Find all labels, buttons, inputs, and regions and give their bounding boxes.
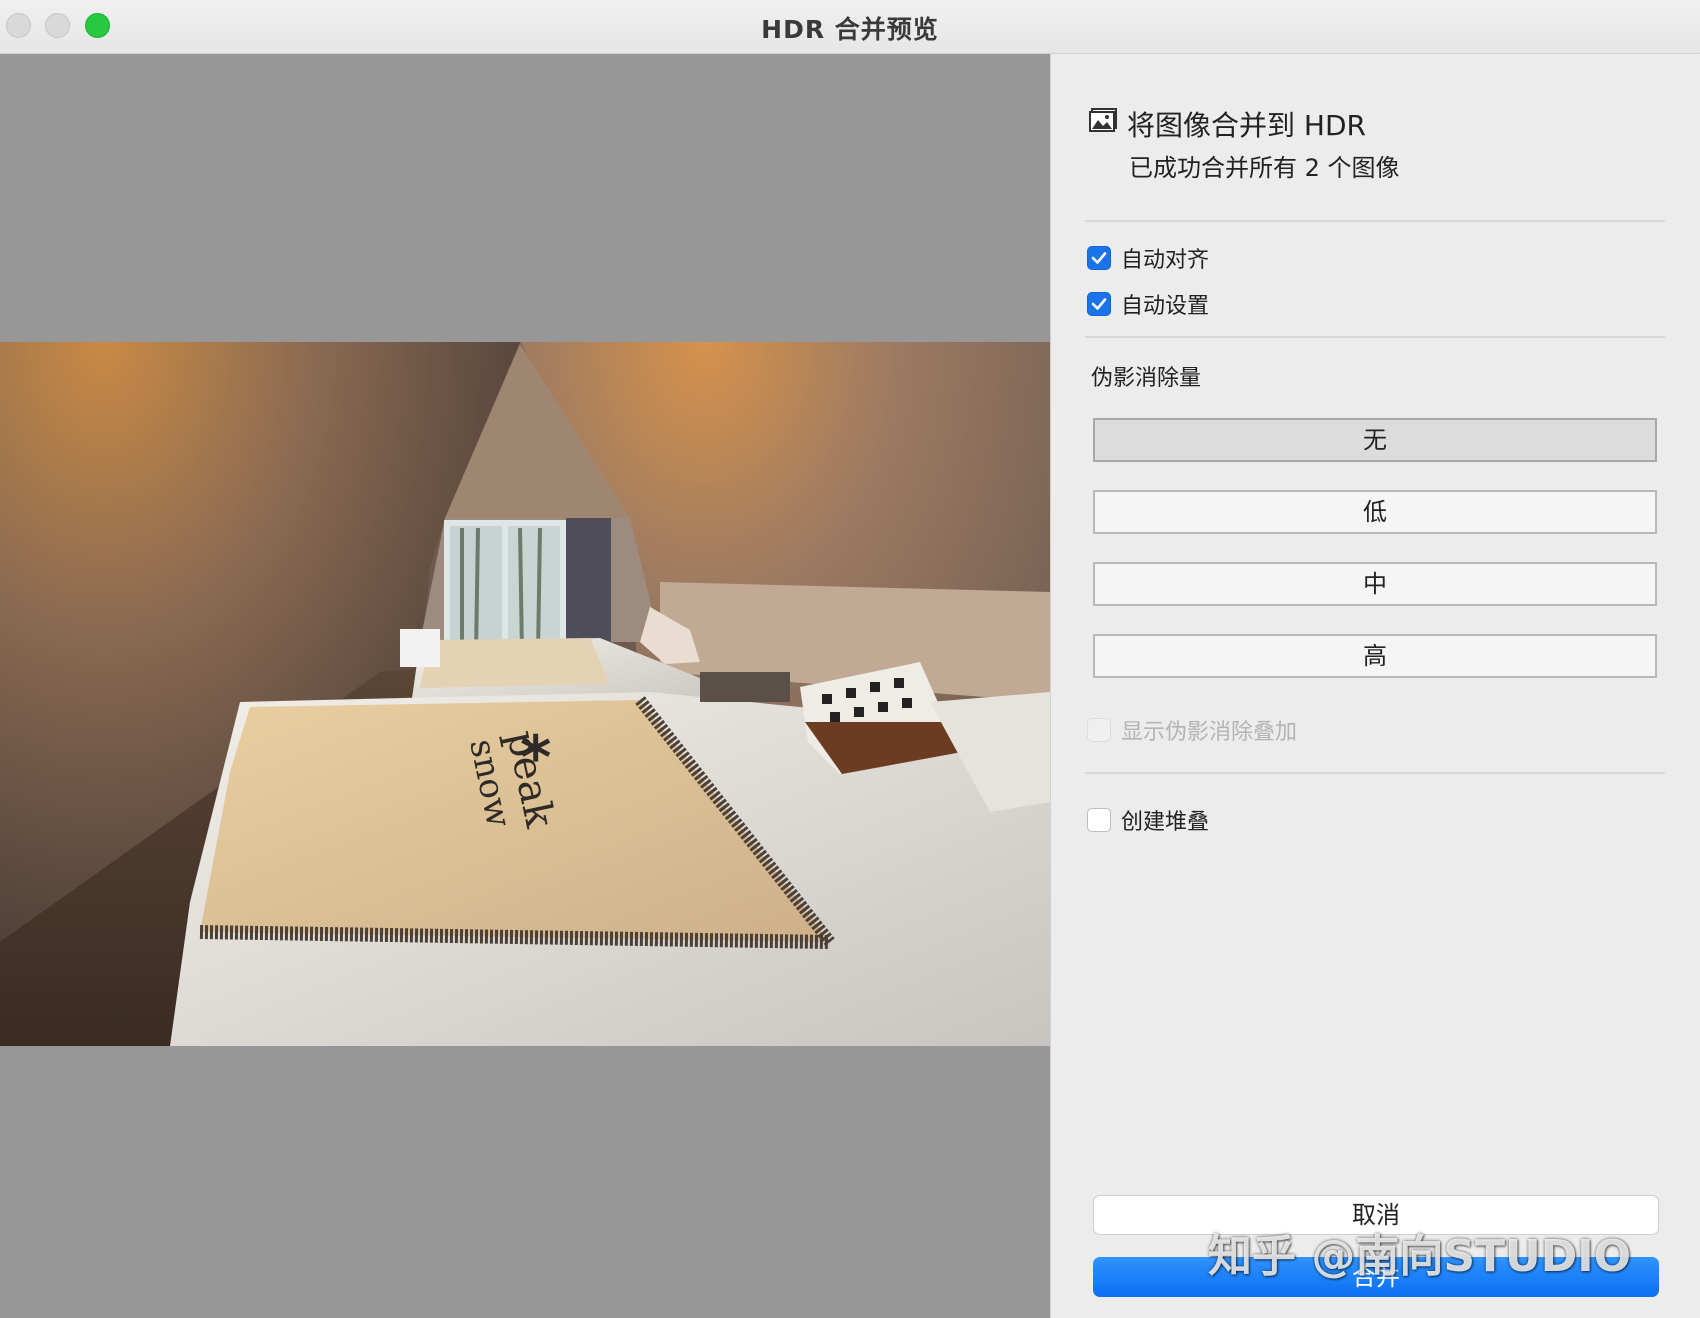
auto-align-option[interactable]: 自动对齐 [1087, 242, 1209, 274]
show-deghost-overlay-label: 显示伪影消除叠加 [1121, 720, 1298, 745]
deghost-medium-button[interactable]: 中 [1093, 562, 1657, 606]
divider [1085, 772, 1665, 774]
auto-settings-checkbox[interactable] [1087, 292, 1111, 316]
cancel-button[interactable]: 取消 [1093, 1195, 1659, 1235]
deghost-amount-label: 伪影消除量 [1091, 366, 1202, 391]
blanket-brand-mark: * [520, 723, 551, 793]
merge-button[interactable]: 合并 [1093, 1257, 1659, 1297]
show-deghost-overlay-option[interactable]: 显示伪影消除叠加 [1087, 714, 1297, 746]
auto-align-label: 自动对齐 [1121, 248, 1210, 273]
preview-photo[interactable]: snow peak * [0, 342, 1050, 1046]
create-stack-option[interactable]: 创建堆叠 [1087, 804, 1209, 836]
image-icon [1089, 108, 1117, 132]
deghost-high-button[interactable]: 高 [1093, 634, 1657, 678]
create-stack-label: 创建堆叠 [1121, 810, 1210, 835]
auto-align-checkbox[interactable] [1087, 246, 1111, 270]
divider [1085, 220, 1665, 222]
divider [1085, 336, 1665, 338]
create-stack-checkbox[interactable] [1087, 808, 1111, 832]
hdr-preview-area[interactable]: snow peak * [0, 54, 1050, 1318]
title-bar[interactable]: HDR 合并预览 [0, 0, 1700, 54]
deghost-low-button[interactable]: 低 [1093, 490, 1657, 534]
merge-title: 将图像合并到 HDR [1127, 109, 1366, 142]
merge-status: 已成功合并所有 2 个图像 [1129, 154, 1400, 182]
deghost-none-button[interactable]: 无 [1093, 418, 1657, 462]
show-deghost-overlay-checkbox[interactable] [1087, 718, 1111, 742]
checkmark-icon [1091, 252, 1107, 264]
auto-settings-label: 自动设置 [1121, 294, 1210, 319]
room-photo-illustration: snow peak * [0, 342, 1050, 1046]
checkmark-icon [1091, 298, 1107, 310]
merge-options-panel: 将图像合并到 HDR 已成功合并所有 2 个图像 自动对齐 自动设置 伪影消除量… [1050, 54, 1700, 1318]
window-title: HDR 合并预览 [761, 15, 939, 44]
hdr-merge-preview-window: HDR 合并预览 snow peak * 将图像合并到 HDR 已成功合并所有 … [0, 0, 1700, 1318]
auto-settings-option[interactable]: 自动设置 [1087, 288, 1209, 320]
